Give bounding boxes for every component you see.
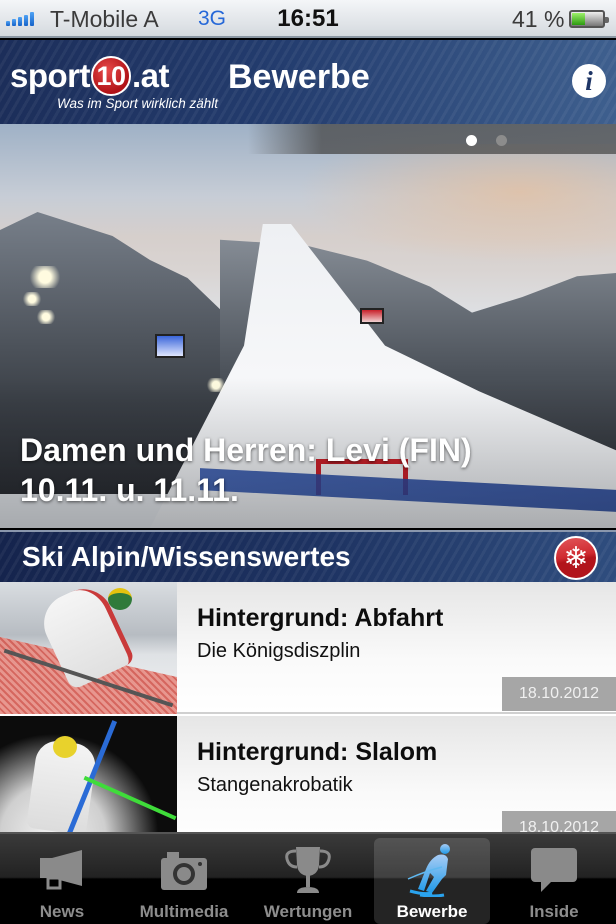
navigation-bar: sport 10 .at Was im Sport wirklich zählt… (0, 40, 616, 124)
tab-label: Multimedia (139, 902, 229, 921)
article-subtitle: Die Königsdiszplin (197, 640, 361, 662)
tab-label: Inside (529, 902, 579, 921)
helmet (53, 736, 77, 758)
floodlight (28, 266, 62, 288)
section-header: Ski Alpin/Wissenswertes ❄ (0, 530, 616, 582)
hero-caption-line1: Damen und Herren: Levi (FIN) (20, 432, 472, 468)
speech-bubble-icon (496, 844, 612, 896)
page-indicator-dot-active[interactable] (466, 135, 477, 146)
pager-strip (248, 124, 616, 154)
tab-wertungen[interactable]: Wertungen (250, 838, 366, 924)
tab-news[interactable]: News (4, 838, 120, 924)
status-bar: T-Mobile A 3G 16:51 41 % (0, 0, 616, 38)
tab-label: Wertungen (263, 902, 353, 921)
sport10-logo[interactable]: sport 10 .at Was im Sport wirklich zählt (10, 52, 220, 114)
tab-label: Bewerbe (396, 902, 468, 921)
article-date-badge: 18.10.2012 (502, 811, 616, 832)
logo-number-circle: 10 (91, 56, 131, 96)
article-thumbnail-downhill (0, 582, 177, 714)
page-title: Bewerbe (228, 58, 370, 96)
tab-multimedia[interactable]: Multimedia (126, 838, 242, 924)
battery-percent: 41 % (512, 6, 565, 32)
hero-image-sunset-glow (296, 144, 616, 264)
section-title: Ski Alpin/Wissenswertes (22, 541, 351, 572)
battery-tip (605, 17, 609, 23)
list-item[interactable]: Hintergrund: Abfahrt Die Königsdiszplin … (0, 582, 616, 714)
video-screen (155, 334, 185, 358)
logo-wordmark: sport 10 .at (10, 56, 170, 96)
helmet (108, 588, 132, 610)
battery-level-fill (572, 13, 586, 25)
article-title: Hintergrund: Abfahrt (197, 604, 444, 632)
info-button[interactable]: i (572, 64, 606, 98)
tab-bewerbe[interactable]: Bewerbe (374, 838, 490, 924)
skier-icon (374, 844, 490, 897)
video-screen (360, 308, 384, 324)
logo-text-right: .at (132, 57, 170, 94)
floodlight (22, 292, 42, 306)
battery-icon (569, 10, 609, 28)
page-indicator-dot[interactable] (496, 135, 507, 146)
snowflake-icon: ❄ (554, 536, 598, 580)
list-item[interactable]: Hintergrund: Slalom Stangenakrobatik 18.… (0, 716, 616, 832)
hero-carousel[interactable]: Damen und Herren: Levi (FIN) 10.11. u. 1… (0, 124, 616, 528)
tab-bar: News Multimedia Wertungen Bewerbe Inside (0, 832, 616, 924)
hero-caption-line2: 10.11. u. 11.11. (20, 472, 239, 508)
article-list[interactable]: Hintergrund: Abfahrt Die Königsdiszplin … (0, 582, 616, 832)
tab-label: News (39, 902, 85, 921)
tab-inside[interactable]: Inside (496, 838, 612, 924)
ski-pole (83, 775, 177, 821)
article-title: Hintergrund: Slalom (197, 738, 438, 766)
article-thumbnail-slalom (0, 716, 177, 832)
camera-icon (126, 844, 242, 896)
hero-caption: Damen und Herren: Levi (FIN) 10.11. u. 1… (20, 430, 610, 510)
trophy-icon (250, 844, 366, 896)
logo-tagline: Was im Sport wirklich zählt (57, 96, 219, 111)
snowflake-glyph: ❄ (563, 541, 589, 575)
article-date-badge: 18.10.2012 (502, 677, 616, 711)
info-icon: i (585, 65, 593, 96)
logo-text-left: sport (10, 57, 91, 94)
floodlight (36, 310, 56, 324)
megaphone-icon (4, 844, 120, 896)
article-subtitle: Stangenakrobatik (197, 774, 353, 796)
